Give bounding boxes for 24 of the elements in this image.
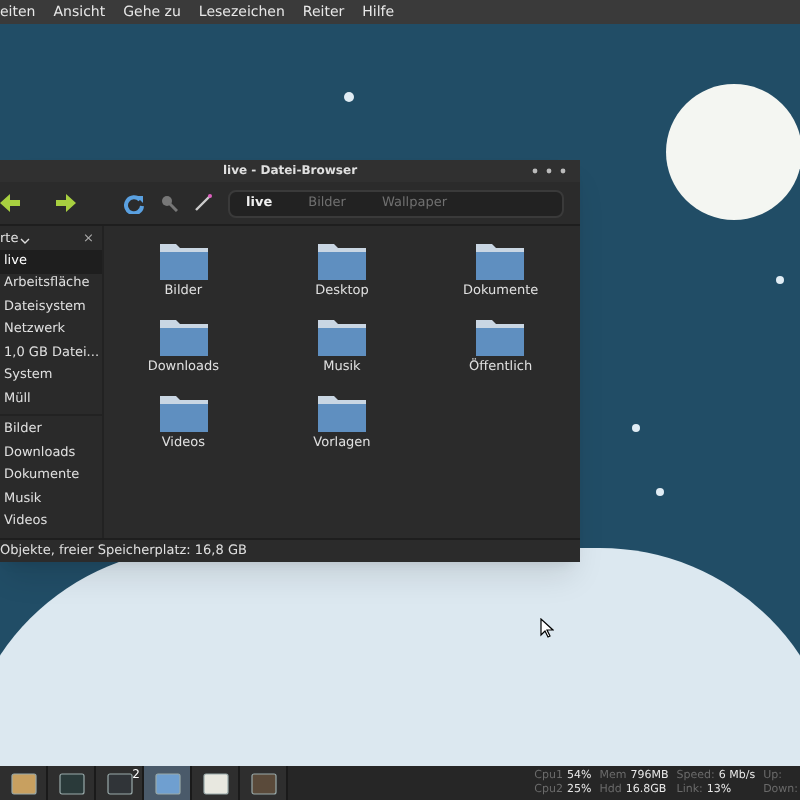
back-arrow-icon[interactable] <box>0 194 20 212</box>
app-icon <box>249 771 277 795</box>
star-drawing <box>632 424 640 432</box>
app-icon <box>105 771 133 795</box>
app-icon <box>153 771 181 795</box>
app-icon <box>57 771 85 795</box>
search-icon[interactable] <box>160 194 178 212</box>
chevron-down-icon[interactable] <box>20 237 31 243</box>
mouse-cursor-icon <box>540 618 554 638</box>
app-icon <box>9 771 37 795</box>
folder-icon <box>474 238 527 282</box>
taskbar-button[interactable] <box>192 766 240 800</box>
app-icon <box>201 771 229 795</box>
star-drawing <box>776 276 784 284</box>
star-drawing <box>656 488 664 496</box>
taskbar-button[interactable] <box>0 766 48 800</box>
wand-icon[interactable] <box>194 194 212 212</box>
forward-arrow-icon[interactable] <box>56 194 76 212</box>
reload-icon[interactable] <box>124 193 144 213</box>
folder-icon <box>315 238 368 282</box>
star-drawing <box>344 92 354 102</box>
window-controls-icon[interactable] <box>532 168 568 174</box>
folder-icon <box>157 238 210 282</box>
taskbar-button[interactable] <box>144 766 192 800</box>
